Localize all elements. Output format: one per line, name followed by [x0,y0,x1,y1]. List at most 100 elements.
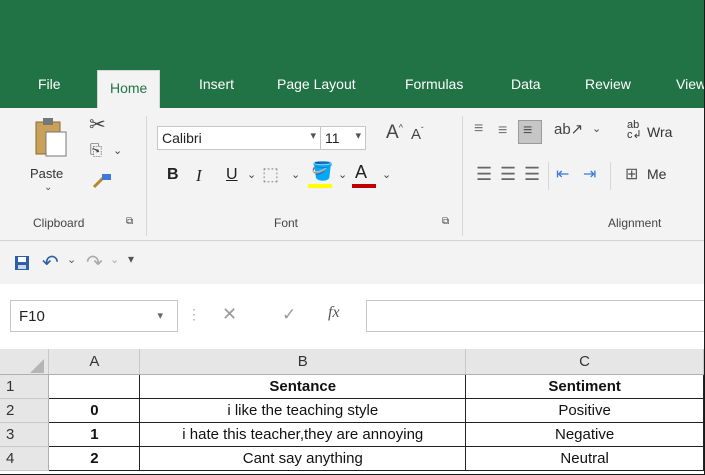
chevron-down-icon[interactable]: ⌄ [291,168,300,181]
tab-page-layout[interactable]: Page Layout [277,76,356,92]
save-icon[interactable] [14,255,30,271]
cell-c1[interactable]: Sentiment [465,374,704,399]
font-name-value: Calibri [162,130,202,146]
row-header[interactable]: 1 [0,374,50,399]
enter-icon[interactable]: ✓ [282,305,296,325]
row-header[interactable]: 4 [0,446,50,471]
cell-a3[interactable]: 1 [48,422,141,447]
tab-formulas[interactable]: Formulas [405,76,463,92]
name-box-value: F10 [19,308,45,325]
font-size-select[interactable]: 11 ▾ [320,126,366,150]
clipboard-group-label: Clipboard [33,216,85,230]
decrease-font-size-button[interactable]: Aˇ [411,126,424,143]
quick-access-toolbar: ↶ ⌄ ↷ ⌄ ▾ [0,241,704,284]
formula-input[interactable] [366,300,704,332]
title-bar [0,0,704,66]
wrap-text-button[interactable]: Wra [647,124,672,140]
merge-center-icon[interactable]: ⊞ [625,164,638,184]
cell-c2[interactable]: Positive [465,398,704,423]
align-right-icon[interactable]: ☰ [524,164,540,185]
wrap-text-icon[interactable]: ab c↲ [627,120,642,141]
font-name-select[interactable]: Calibri ▾ [157,126,323,150]
chevron-down-icon[interactable]: ⌄ [247,168,256,181]
decrease-indent-icon[interactable]: ⇤ [556,164,569,184]
highlight-color-bar [308,184,332,188]
redo-icon[interactable]: ↷ [86,250,103,275]
column-header-c[interactable]: C [465,349,704,375]
select-all-button[interactable] [0,349,50,375]
tab-view[interactable]: View [676,76,704,92]
cell-b4[interactable]: Cant say anything [139,446,467,471]
cell-c4[interactable]: Neutral [465,446,704,471]
merge-center-button[interactable]: Me [647,166,666,182]
dialog-launcher-icon[interactable]: ⧉ [442,216,449,227]
cell-a4[interactable]: 2 [48,446,141,471]
chevron-down-icon: ⌄ [44,182,53,193]
alignment-group-label: Alignment [608,216,662,230]
customize-toolbar-icon[interactable]: ▾ [128,252,134,266]
chevron-down-icon[interactable]: ⌄ [382,168,391,181]
chevron-down-icon[interactable]: ⌄ [338,168,347,181]
tab-file[interactable]: File [38,76,61,92]
borders-icon[interactable]: ⬚ [262,164,279,185]
chevron-down-icon[interactable]: ⌄ [67,253,76,266]
align-top-icon[interactable]: ≡ [474,120,483,138]
paste-button[interactable]: Paste ⌄ [30,114,80,194]
font-group-label: Font [274,216,299,230]
row-header[interactable]: 2 [0,398,50,423]
chevron-down-icon[interactable]: ⌄ [592,122,601,135]
chevron-down-icon[interactable]: ⌄ [110,253,119,266]
cell-b2[interactable]: i like the teaching style [139,398,467,423]
column-header-a[interactable]: A [48,349,141,375]
excel-window: File Home Insert Page Layout Formulas Da… [0,0,705,475]
chevron-down-icon[interactable]: ⌄ [113,144,122,157]
clipboard-icon [35,118,67,157]
worksheet-grid: A B C 1 Sentance Sentiment 2 0 i like th… [0,349,704,471]
column-header-b[interactable]: B [139,349,467,375]
cancel-icon[interactable]: ✕ [222,304,237,325]
align-bottom-icon: ≡ [523,122,533,139]
align-bottom-button[interactable]: ≡ [518,120,542,144]
align-left-icon[interactable]: ☰ [476,164,492,185]
ribbon-home: Paste ⌄ ✂ ⎘ ⌄ Clipboard ⧉ Calibri ▾ 11 ▾… [0,108,704,241]
fill-color-icon[interactable]: 🪣 [311,161,333,182]
cut-icon[interactable]: ✂ [89,112,106,137]
column-header-row: A B C [0,349,704,375]
table-row: 2 0 i like the teaching style Positive [0,398,704,423]
tab-home[interactable]: Home [97,70,161,109]
orientation-icon[interactable]: ab↗ [554,120,583,138]
underline-button[interactable]: U [226,166,238,184]
cell-a2[interactable]: 0 [48,398,141,423]
select-all-triangle-icon [30,358,44,373]
bold-button[interactable]: B [167,166,179,184]
dialog-launcher-icon[interactable]: ⧉ [126,216,133,227]
cell-b1[interactable]: Sentance [139,374,467,399]
font-size-value: 11 [325,130,340,146]
ribbon-tabs: File Home Insert Page Layout Formulas Da… [0,66,704,109]
cell-b3[interactable]: i hate this teacher,they are annoying [139,422,467,447]
font-color-bar [352,184,376,188]
copy-icon[interactable]: ⎘ [90,142,102,159]
italic-button[interactable]: I [196,166,202,186]
table-row: 4 2 Cant say anything Neutral [0,446,704,471]
undo-icon[interactable]: ↶ [42,250,59,275]
name-box[interactable]: F10 ▾ [10,300,178,332]
divider [610,162,611,190]
tab-insert[interactable]: Insert [199,76,234,92]
shrink-font-icon: A [411,126,422,143]
increase-indent-icon[interactable]: ⇥ [583,164,596,184]
insert-function-button[interactable]: fx [328,304,340,322]
cell-a1[interactable] [48,374,141,399]
divider [462,116,463,236]
chevron-down-icon: ▾ [310,130,316,142]
tab-data[interactable]: Data [511,76,541,92]
row-header[interactable]: 3 [0,422,50,447]
tab-review[interactable]: Review [585,76,631,92]
increase-font-size-button[interactable]: A^ [386,122,403,144]
align-center-icon[interactable]: ☰ [500,164,516,185]
align-middle-icon[interactable]: ≡ [498,122,507,140]
font-color-icon[interactable]: A [355,162,367,183]
cell-c3[interactable]: Negative [465,422,704,447]
format-painter-icon[interactable] [91,172,113,190]
divider [548,162,549,190]
